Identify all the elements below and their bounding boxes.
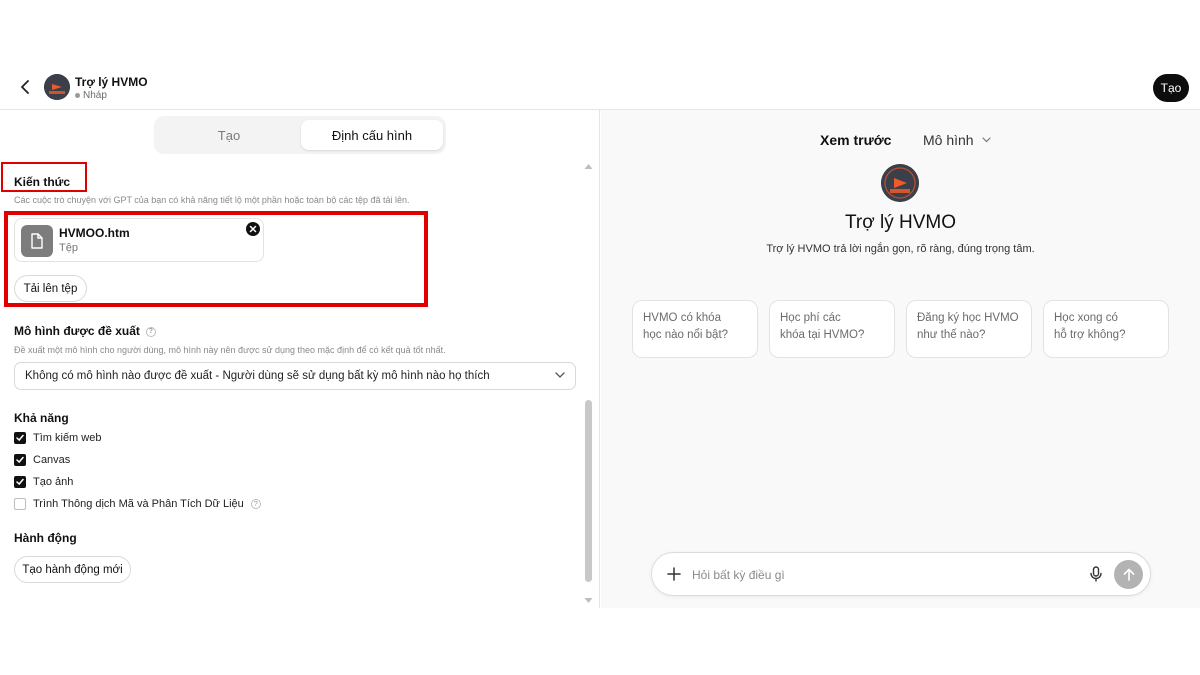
capability-image-generation[interactable]: Tạo ảnh [14, 474, 73, 490]
gpt-avatar [44, 74, 70, 100]
conversation-starter[interactable]: Học phí các khóa tại HVMO? [769, 300, 895, 358]
help-icon[interactable]: ? [145, 326, 156, 337]
select-value: Không có mô hình nào được đề xuất - Ngườ… [25, 370, 490, 382]
checkbox-checked-icon[interactable] [14, 476, 26, 488]
actions-title: Hành động [14, 531, 77, 545]
starter-line: HVMO có khóa [643, 312, 721, 324]
file-type: Tệp [59, 242, 78, 254]
gpt-name: Trợ lý HVMO [75, 75, 148, 89]
chevron-down-icon [555, 372, 565, 378]
scrollbar-thumb[interactable] [585, 400, 592, 582]
upload-file-button[interactable]: Tải lên tệp [14, 275, 87, 302]
scroll-up-arrow-icon[interactable] [584, 163, 593, 170]
draft-status: Nháp [75, 90, 107, 101]
configure-panel: Tạo Định cấu hình Kiến thức Các cuộc trò… [0, 110, 600, 608]
status-label: Nháp [83, 90, 107, 101]
starter-line: học nào nổi bật? [643, 329, 729, 341]
send-button[interactable] [1114, 560, 1143, 589]
mode-switch: Tạo Định cấu hình [154, 116, 446, 154]
starter-line: Đăng ký học HVMO [917, 312, 1019, 324]
capability-web-search[interactable]: Tìm kiếm web [14, 430, 101, 446]
create-new-action-button[interactable]: Tạo hành động mới [14, 556, 131, 583]
close-icon [249, 225, 257, 233]
chevron-down-icon [981, 137, 991, 143]
preview-gpt-name: Trợ lý HVMO [845, 212, 956, 233]
plus-icon[interactable] [666, 566, 682, 582]
knowledge-title: Kiến thức [14, 175, 71, 189]
conversation-starter[interactable]: Đăng ký học HVMO như thế nào? [906, 300, 1032, 358]
preview-title: Xem trước [820, 132, 892, 148]
conversation-starter[interactable]: HVMO có khóa học nào nổi bật? [632, 300, 758, 358]
help-icon[interactable]: ? [250, 499, 261, 509]
scroll-down-arrow-icon[interactable] [584, 597, 593, 604]
capability-code-interpreter[interactable]: Trình Thông dịch Mã và Phân Tích Dữ Liệu… [14, 496, 261, 512]
file-name: HVMOO.htm [59, 226, 130, 240]
capabilities-title: Khả năng [14, 411, 69, 425]
checkbox-unchecked-icon[interactable] [14, 498, 26, 510]
knowledge-description: Các cuộc trò chuyện với GPT của bạn có k… [14, 195, 410, 205]
recommended-model-title: Mô hình được đề xuất? [14, 324, 156, 338]
starter-line: như thế nào? [917, 329, 986, 341]
arrow-up-icon [1123, 568, 1134, 581]
preview-panel: Xem trước Mô hình Trợ lý HVMO Trợ lý HVM… [601, 110, 1200, 608]
builder-header: Trợ lý HVMO Nháp Tạo [0, 60, 1200, 110]
recommended-model-description: Đề xuất một mô hình cho người dùng, mô h… [14, 345, 446, 355]
starter-line: khóa tại HVMO? [780, 329, 865, 341]
tab-configure[interactable]: Định cấu hình [301, 120, 443, 150]
hvmo-logo-icon [44, 74, 70, 100]
back-button[interactable] [16, 78, 34, 96]
chevron-left-icon [21, 80, 29, 94]
capability-label: Canvas [33, 454, 71, 466]
capability-label: Tìm kiếm web [33, 432, 102, 444]
tab-create[interactable]: Tạo [158, 120, 300, 150]
starter-line: Học xong có [1054, 312, 1118, 324]
conversation-starter[interactable]: Học xong có hỗ trợ không? [1043, 300, 1169, 358]
recommended-model-label: Mô hình được đề xuất [14, 324, 140, 338]
capability-label: Tạo ảnh [33, 476, 74, 488]
checkbox-checked-icon[interactable] [14, 432, 26, 444]
remove-file-button[interactable] [246, 222, 260, 236]
uploaded-file-card[interactable]: HVMOO.htm Tệp [14, 218, 264, 262]
capability-canvas[interactable]: Canvas [14, 452, 70, 468]
message-input[interactable] [692, 561, 1072, 589]
microphone-icon[interactable] [1089, 566, 1103, 582]
starter-line: hỗ trợ không? [1054, 329, 1126, 341]
model-selector[interactable]: Mô hình [923, 132, 991, 148]
starter-line: Học phí các [780, 312, 841, 324]
capability-label: Trình Thông dịch Mã và Phân Tích Dữ Liệu [33, 498, 244, 510]
preview-gpt-avatar [881, 164, 919, 202]
checkbox-checked-icon[interactable] [14, 454, 26, 466]
message-composer [651, 552, 1151, 596]
document-icon [21, 225, 53, 257]
create-gpt-button[interactable]: Tạo [1153, 74, 1189, 102]
model-selector-label: Mô hình [923, 132, 974, 148]
hvmo-logo-icon [881, 164, 919, 202]
gpt-builder-window: Trợ lý HVMO Nháp Tạo Tạo Định cấu hình K… [0, 60, 1200, 608]
recommended-model-select[interactable]: Không có mô hình nào được đề xuất - Ngườ… [14, 362, 576, 390]
status-dot-icon [75, 93, 80, 98]
preview-gpt-description: Trợ lý HVMO trả lời ngắn gọn, rõ ràng, đ… [766, 243, 1035, 255]
